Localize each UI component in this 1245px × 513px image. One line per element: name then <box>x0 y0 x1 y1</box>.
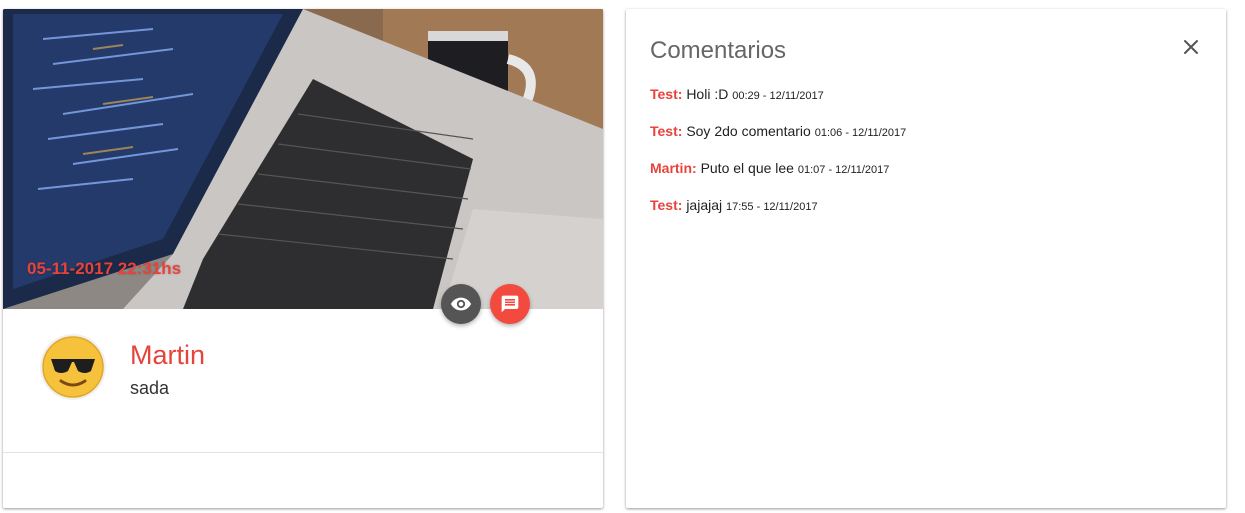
comment-time: 01:07 - 12/11/2017 <box>797 164 890 176</box>
comment-item: Test: Holi :D 00:29 - 12/11/2017 <box>650 86 1190 123</box>
comment-author: Test: <box>650 123 683 139</box>
eye-icon <box>450 297 472 311</box>
comments-title: Comentarios <box>650 37 787 64</box>
comment-author: Martin: <box>650 160 697 176</box>
comment-author: Test: <box>650 86 683 102</box>
comment-icon <box>501 295 519 313</box>
post-image: 05-11-2017 22:31hs <box>3 9 603 309</box>
card-divider <box>3 452 603 453</box>
comments-panel: Comentarios Test: Holi :D 00:29 - 12/11/… <box>626 9 1226 508</box>
comment-time: 00:29 - 12/11/2017 <box>732 90 824 102</box>
comment-text: Puto el que lee <box>700 160 794 176</box>
comment-author: Test: <box>650 197 683 213</box>
comment-text: Holi :D <box>686 86 729 102</box>
comment-time: 01:06 - 12/11/2017 <box>814 127 907 139</box>
avatar <box>40 334 106 400</box>
sunglasses-emoji-icon <box>42 336 104 398</box>
comment-item: Test: jajajaj 17:55 - 12/11/2017 <box>650 197 1190 234</box>
close-button[interactable] <box>1179 35 1203 59</box>
comment-item: Martin: Puto el que lee 01:07 - 12/11/20… <box>650 160 1190 197</box>
post-date: 05-11-2017 22:31hs <box>27 259 182 278</box>
comment-button[interactable] <box>490 284 530 324</box>
close-icon <box>1184 40 1198 54</box>
comment-text: jajajaj <box>686 197 723 213</box>
comment-text: Soy 2do comentario <box>686 123 811 139</box>
post-author: Martin <box>130 340 206 370</box>
post-card: 05-11-2017 22:31hs Martin sada <box>3 9 603 508</box>
post-text: sada <box>130 378 170 398</box>
comment-time: 17:55 - 12/11/2017 <box>726 201 818 213</box>
comment-item: Test: Soy 2do comentario 01:06 - 12/11/2… <box>650 123 1190 160</box>
view-button[interactable] <box>441 284 481 324</box>
comment-list: Test: Holi :D 00:29 - 12/11/2017 Test: S… <box>650 86 1190 234</box>
